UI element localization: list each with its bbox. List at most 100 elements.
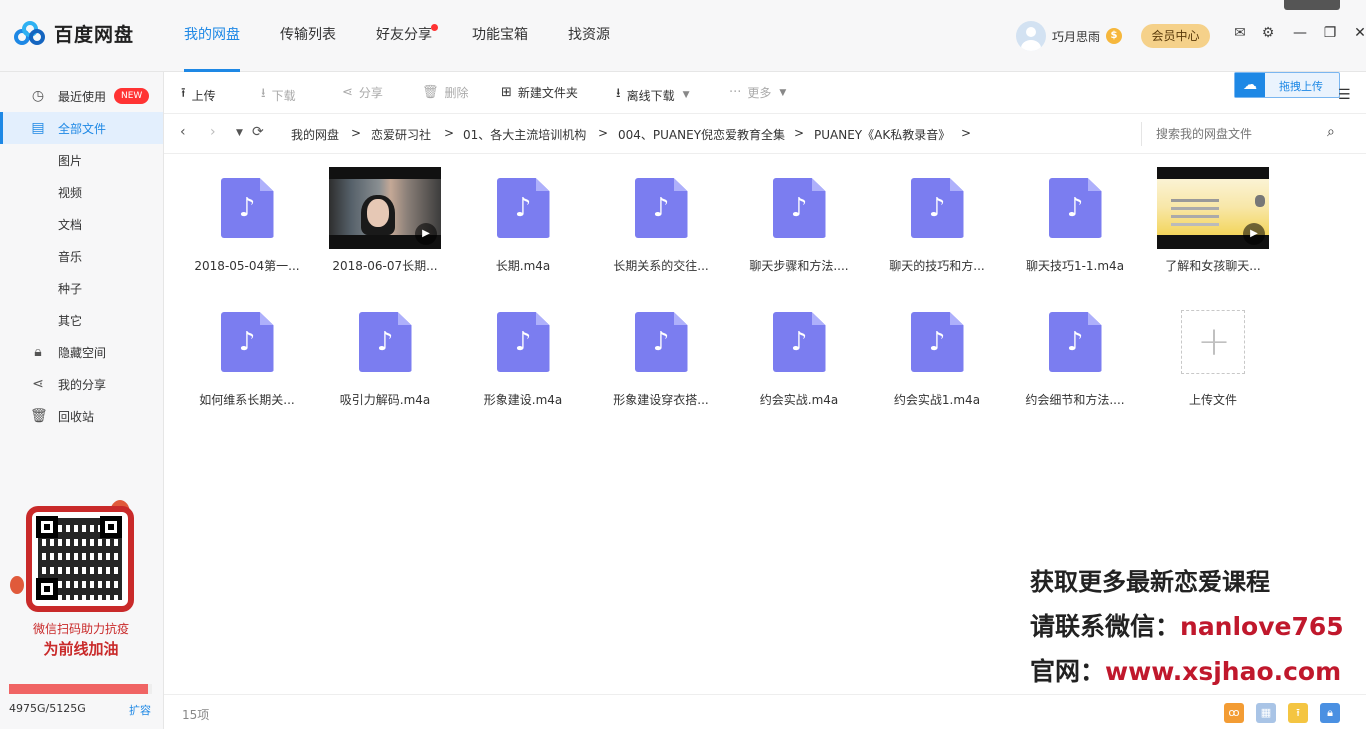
- upload-arrow-icon[interactable]: ⭱: [1288, 703, 1308, 723]
- promo-banner[interactable]: 微信扫码助力抗疫 为前线加油: [10, 500, 152, 670]
- search-icon[interactable]: ⌕: [1327, 124, 1335, 140]
- delete-button[interactable]: 🗑︎ 删除: [422, 84, 469, 101]
- file-item[interactable]: ▶ 2018-06-07长期...: [316, 154, 454, 274]
- more-button[interactable]: ··· 更多 ▼: [729, 84, 786, 101]
- file-item[interactable]: ♪ 约会细节和方法....: [1006, 288, 1144, 408]
- storage-bar: [9, 684, 152, 694]
- download-icon: ⭳: [616, 86, 621, 101]
- file-name: 长期关系的交往...: [613, 259, 709, 273]
- lock-icon[interactable]: 🔒︎: [1320, 703, 1340, 723]
- apps-grid-icon[interactable]: ▦: [1256, 703, 1276, 723]
- tab-friend-share[interactable]: 好友分享: [376, 0, 438, 72]
- refresh-icon[interactable]: ⟳: [252, 124, 264, 140]
- sidebar-item-others[interactable]: 其它: [0, 304, 163, 336]
- sidebar-item-my-shares[interactable]: ⋖ 我的分享: [0, 368, 163, 400]
- floating-widget[interactable]: [1284, 0, 1340, 10]
- add-file-box[interactable]: +: [1181, 310, 1245, 374]
- file-item[interactable]: ♪ 2018-05-04第一...: [178, 154, 316, 274]
- close-icon[interactable]: ✕: [1352, 24, 1366, 42]
- share-icon: ⋖: [32, 376, 44, 392]
- sidebar-item-videos[interactable]: 视频: [0, 176, 163, 208]
- breadcrumb-separator-icon: >: [444, 126, 455, 140]
- cloud-icon: ☁: [1235, 73, 1265, 97]
- file-item[interactable]: ♪ 聊天技巧1-1.m4a: [1006, 154, 1144, 274]
- minimize-icon[interactable]: —: [1292, 24, 1308, 42]
- audio-file-icon: ♪: [772, 178, 826, 238]
- file-item[interactable]: ▶ 了解和女孩聊天...: [1144, 154, 1282, 274]
- drag-upload-widget[interactable]: ☁ 拖拽上传: [1234, 72, 1340, 98]
- breadcrumb-item[interactable]: 004、PUANEY倪恋爱教育全集: [618, 126, 785, 143]
- file-item[interactable]: ♪ 形象建设.m4a: [454, 288, 592, 408]
- tab-toolbox[interactable]: 功能宝箱: [472, 0, 528, 72]
- file-item[interactable]: ♪ 约会实战1.m4a: [868, 288, 1006, 408]
- upload-file-label: 上传文件: [1188, 393, 1237, 407]
- file-item[interactable]: ♪ 吸引力解码.m4a: [316, 288, 454, 408]
- share-icon: ⋖: [342, 85, 353, 100]
- watermark-line: 请联系微信：nanlove765: [1030, 607, 1344, 643]
- file-item[interactable]: ♪ 聊天步骤和方法....: [730, 154, 868, 274]
- expand-storage-link[interactable]: 扩容: [129, 702, 151, 718]
- play-icon: ▶: [415, 223, 437, 245]
- file-item[interactable]: ♪ 约会实战.m4a: [730, 288, 868, 408]
- coin-icon[interactable]: $: [1106, 28, 1123, 44]
- sidebar-item-documents[interactable]: 文档: [0, 208, 163, 240]
- breadcrumb-item[interactable]: 恋爱研习社: [371, 126, 431, 143]
- restore-icon[interactable]: ❐: [1322, 24, 1338, 42]
- sidebar-item-images[interactable]: 图片: [0, 144, 163, 176]
- breadcrumb-item[interactable]: 我的网盘: [291, 126, 339, 143]
- main-nav: 我的网盘 传输列表 好友分享 功能宝箱 找资源: [184, 0, 650, 72]
- file-item[interactable]: ♪ 聊天的技巧和方...: [868, 154, 1006, 274]
- new-folder-button[interactable]: ⊞ 新建文件夹: [501, 84, 578, 101]
- share-button[interactable]: ⋖ 分享: [342, 84, 383, 101]
- sidebar-item-hidden-space[interactable]: 🔒︎ 隐藏空间: [0, 336, 163, 368]
- sidebar-item-label: 文档: [58, 217, 83, 232]
- drag-upload-label: 拖拽上传: [1279, 80, 1323, 93]
- file-item[interactable]: ♪ 形象建设穿衣搭...: [592, 288, 730, 408]
- plus-icon: +: [1197, 319, 1231, 365]
- app-logo: 百度网盘: [14, 20, 134, 47]
- sidebar-item-torrents[interactable]: 种子: [0, 272, 163, 304]
- chevron-down-icon[interactable]: ▼: [779, 88, 786, 98]
- upload-button[interactable]: ⭱ 上传: [181, 84, 216, 106]
- watermark-line: 官网：www.xsjhao.com: [1030, 652, 1341, 688]
- tab-my-disk[interactable]: 我的网盘: [184, 0, 240, 72]
- download-icon: ⭳: [261, 86, 266, 101]
- file-item[interactable]: ♪ 长期.m4a: [454, 154, 592, 274]
- sidebar-item-all-files[interactable]: ▤ 全部文件: [0, 112, 163, 144]
- tab-find-resources[interactable]: 找资源: [568, 0, 610, 72]
- watermark-key: 官网：: [1030, 657, 1106, 686]
- avatar[interactable]: [1016, 21, 1046, 51]
- gear-icon[interactable]: ⚙: [1260, 25, 1276, 41]
- breadcrumb-item[interactable]: PUANEY《AK私教录音》: [814, 126, 950, 143]
- offline-download-button[interactable]: ⭳ 离线下载 ▼: [616, 84, 690, 106]
- download-button[interactable]: ⭳ 下载: [261, 84, 296, 106]
- mail-icon[interactable]: ✉: [1232, 25, 1248, 41]
- promo-headline: 为前线加油: [43, 640, 119, 658]
- history-dropdown-icon[interactable]: ▼: [236, 128, 243, 138]
- new-folder-icon: ⊞: [501, 85, 512, 100]
- delete-label: 删除: [444, 86, 469, 100]
- user-name[interactable]: 巧月思雨: [1052, 28, 1100, 45]
- mascot-icon[interactable]: ꝏ: [1224, 703, 1244, 723]
- document-icon: ▤: [31, 120, 45, 136]
- search-input[interactable]: [1156, 122, 1326, 146]
- tab-transfer-list[interactable]: 传输列表: [280, 0, 336, 72]
- upload-file-tile[interactable]: + 上传文件: [1144, 288, 1282, 408]
- sidebar-item-recent[interactable]: ◷ 最近使用 NEW: [0, 80, 163, 112]
- file-item[interactable]: ♪ 长期关系的交往...: [592, 154, 730, 274]
- user-profile[interactable]: 巧月思雨 $: [1016, 21, 1123, 51]
- file-name: 聊天的技巧和方...: [889, 259, 985, 273]
- breadcrumb-item[interactable]: 01、各大主流培训机构: [463, 126, 586, 143]
- list-view-icon[interactable]: ☰: [1338, 87, 1351, 103]
- watermark-key: 请联系微信：: [1030, 612, 1181, 641]
- forward-icon[interactable]: ›: [210, 124, 216, 140]
- sidebar-item-music[interactable]: 音乐: [0, 240, 163, 272]
- audio-file-icon: ♪: [1048, 312, 1102, 372]
- sidebar-item-label: 音乐: [58, 249, 83, 264]
- back-icon[interactable]: ‹: [180, 124, 186, 140]
- chevron-down-icon[interactable]: ▼: [683, 90, 690, 100]
- promo-text: 微信扫码助力抗疫: [32, 622, 129, 636]
- sidebar-item-recycle-bin[interactable]: 🗑︎ 回收站: [0, 400, 163, 432]
- file-item[interactable]: ♪ 如何维系长期关...: [178, 288, 316, 408]
- vip-center-button[interactable]: 会员中心: [1141, 24, 1210, 48]
